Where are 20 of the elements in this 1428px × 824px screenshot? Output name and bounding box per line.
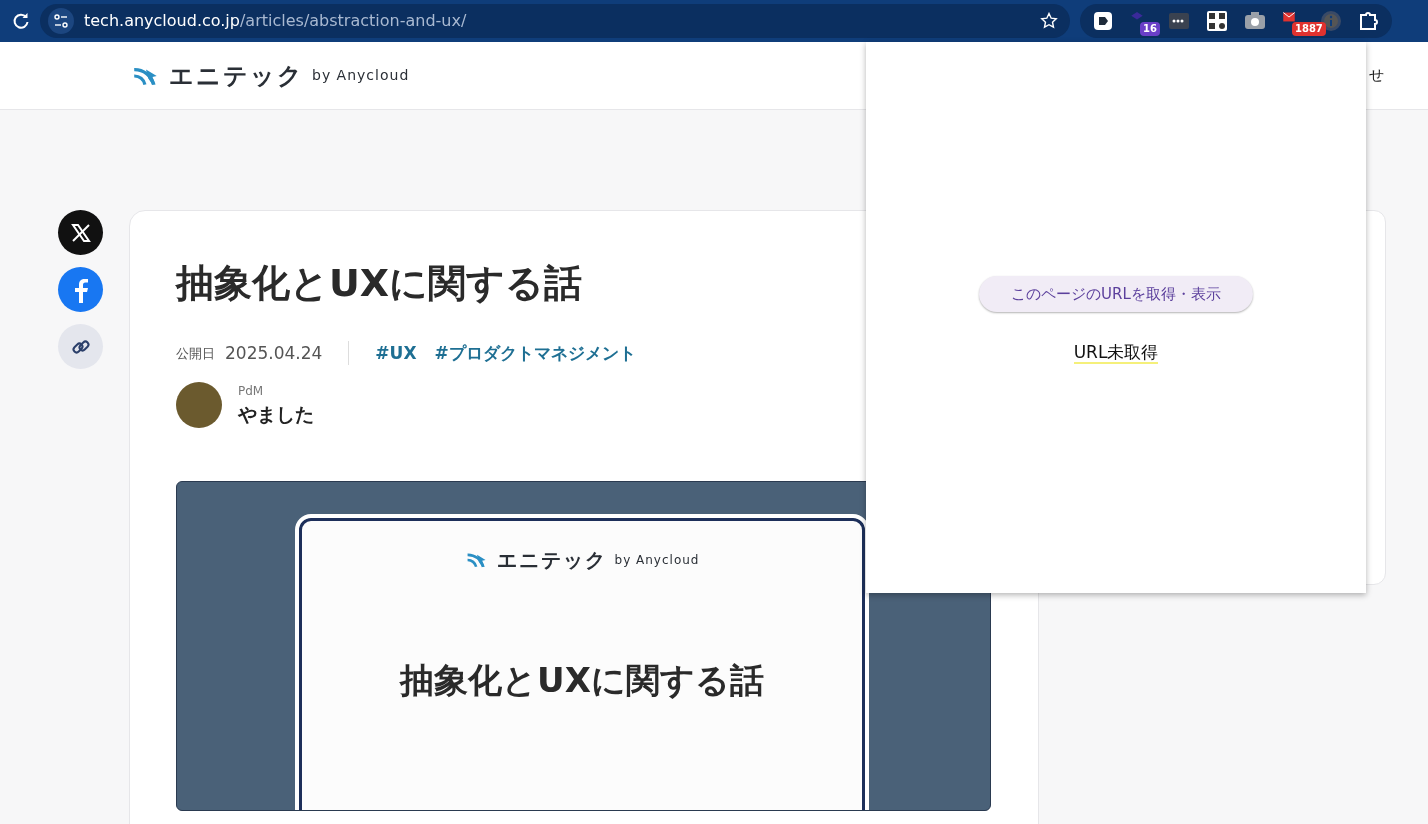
count-badge: 1887	[1292, 22, 1326, 36]
get-url-button[interactable]: このページのURLを取得・表示	[979, 276, 1253, 312]
url-status: URL未取得	[1073, 342, 1159, 365]
site-logo[interactable]: エニテック by Anycloud	[131, 57, 410, 94]
tag-link[interactable]: #UX	[375, 340, 417, 367]
published-label: 公開日	[176, 344, 215, 363]
author-name: やました	[238, 402, 314, 428]
article-title: 抽象化とUXに関する話	[176, 261, 584, 307]
logo-suffix: by Anycloud	[614, 551, 700, 569]
url-text: tech.anycloud.co.jp/articles/abstraction-and-ux/	[84, 10, 467, 32]
author-role: PdM	[238, 383, 265, 401]
hero-title: 抽象化とUXに関する話	[400, 658, 764, 702]
nav-link[interactable]: せ	[1369, 64, 1384, 87]
count-badge: 16	[1140, 22, 1160, 36]
tag-link[interactable]: #プロダクトマネジメント	[434, 340, 636, 367]
logo-suffix: by Anycloud	[312, 66, 410, 85]
logo-text: エニテック	[496, 546, 607, 574]
logo-text: エニテック	[169, 60, 304, 92]
address-bar[interactable]: tech.anycloud.co.jp/articles/abstraction-and-ux/	[40, 4, 1070, 38]
published-date: 2025.04.24	[225, 341, 323, 365]
